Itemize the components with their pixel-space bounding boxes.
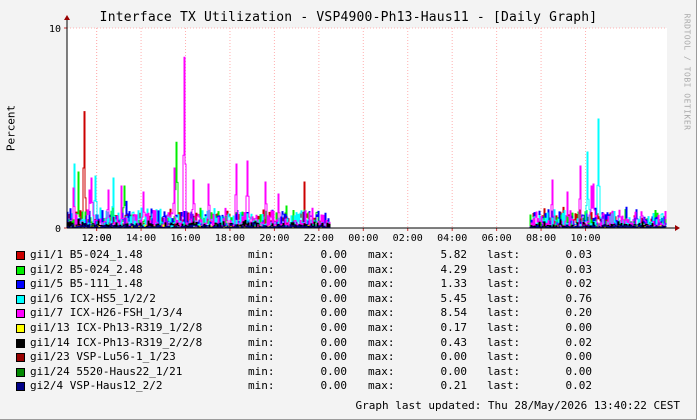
- legend-swatch: [16, 367, 25, 377]
- legend-min-value: 0.00: [320, 248, 348, 261]
- legend-max-label: max:: [368, 262, 395, 276]
- legend-series-name: gi1/2 B5-024_2.48: [30, 262, 143, 276]
- legend-last-label: last:: [487, 262, 521, 276]
- legend-max-label: max:: [368, 379, 395, 393]
- legend-min-label: min:: [248, 335, 275, 349]
- legend-row: gi2/4 VSP-Haus12_2/2 min: 0.00 max: 0.21 last…: [16, 379, 696, 393]
- legend-series-name: gi1/23 VSP-Lu56-1_1/23: [30, 350, 176, 364]
- legend-last-label: last:: [487, 248, 521, 261]
- legend-last-value: 0.02: [565, 379, 593, 393]
- legend-series-name: gi1/6 ICX-HS5_1/2/2: [30, 291, 156, 305]
- legend-min-label: min:: [248, 262, 275, 276]
- legend-last-label: last:: [487, 306, 521, 320]
- legend-min-value: 0.00: [320, 379, 348, 393]
- legend-last-value: 0.20: [565, 306, 593, 320]
- legend-min-value: 0.00: [320, 277, 348, 291]
- legend-swatch: [16, 265, 25, 275]
- legend-max-value: 4.29: [440, 262, 468, 276]
- legend-min-label: min:: [248, 306, 275, 320]
- legend-max-value: 0.43: [440, 335, 468, 349]
- legend-series-name: gi1/13 ICX-Ph13-R319_1/2/8: [30, 321, 203, 334]
- legend-max-value: 0.17: [440, 321, 468, 334]
- legend-min-label: min:: [248, 321, 275, 334]
- legend-last-value: 0.76: [565, 291, 593, 305]
- legend-row: gi1/7 ICX-H26-FSH_1/3/4 min: 0.00 max: 8.54 l…: [16, 306, 696, 320]
- last-updated-footer: Graph last updated: Thu 28/May/2026 13:4…: [355, 399, 680, 412]
- legend-last-label: last:: [487, 321, 521, 334]
- legend-min-label: min:: [248, 291, 275, 305]
- legend-swatch: [16, 382, 25, 392]
- legend-row: gi1/6 ICX-HS5_1/2/2 min: 0.00 max: 5.45 last:…: [16, 292, 696, 306]
- legend-last-value: 0.00: [565, 364, 593, 378]
- legend-max-label: max:: [368, 248, 395, 261]
- legend-min-value: 0.00: [320, 350, 348, 364]
- legend-row: gi1/23 VSP-Lu56-1_1/23 min: 0.00 max: 0.00 la…: [16, 350, 696, 364]
- legend-series-name: gi1/1 B5-024_1.48: [30, 248, 143, 261]
- legend-min-value: 0.00: [320, 291, 348, 305]
- legend-max-label: max:: [368, 364, 395, 378]
- legend-max-value: 5.45: [440, 291, 468, 305]
- legend-min-label: min:: [248, 364, 275, 378]
- legend-last-value: 0.03: [565, 248, 593, 261]
- legend-min-value: 0.00: [320, 306, 348, 320]
- legend-swatch: [16, 251, 25, 260]
- legend-min-value: 0.00: [320, 262, 348, 276]
- legend-swatch: [16, 353, 25, 363]
- legend-max-value: 5.82: [440, 248, 468, 261]
- legend-last-label: last:: [487, 335, 521, 349]
- legend-last-value: 0.00: [565, 350, 593, 364]
- legend-swatch: [16, 309, 25, 319]
- legend-swatch: [16, 324, 25, 333]
- legend-series-name: gi2/4 VSP-Haus12_2/2: [30, 379, 163, 393]
- legend-max-label: max:: [368, 321, 395, 334]
- legend-min-label: min:: [248, 350, 275, 364]
- legend-min-value: 0.00: [320, 364, 348, 378]
- legend-row: gi1/13 ICX-Ph13-R319_1/2/8 min: 0.00 max: 0.…: [16, 321, 696, 335]
- legend-swatch: [16, 338, 25, 348]
- legend-min-label: min:: [248, 248, 275, 261]
- legend-last-label: last:: [487, 364, 521, 378]
- legend-max-label: max:: [368, 277, 395, 291]
- legend-last-value: 0.03: [565, 262, 593, 276]
- legend-series-name: gi1/7 ICX-H26-FSH_1/3/4: [30, 306, 183, 320]
- legend-last-label: last:: [487, 291, 521, 305]
- legend-last-label: last:: [487, 350, 521, 364]
- legend-min-label: min:: [248, 379, 275, 393]
- legend-max-label: max:: [368, 306, 395, 320]
- rrd-graph: Interface TX Utilization - VSP4900-Ph13-…: [0, 0, 697, 420]
- legend-series-name: gi1/5 B5-111_1.48: [30, 277, 143, 291]
- legend-row: gi1/2 B5-024_2.48 min: 0.00 max: 4.29 last: 0.…: [16, 263, 696, 277]
- legend-max-value: 1.33: [440, 277, 468, 291]
- legend-min-value: 0.00: [320, 335, 348, 349]
- legend-min-label: min:: [248, 277, 275, 291]
- legend-swatch: [16, 294, 25, 304]
- legend-last-value: 0.00: [565, 321, 593, 334]
- legend-last-value: 0.02: [565, 335, 593, 349]
- legend-max-value: 0.00: [440, 364, 468, 378]
- legend-last-value: 0.02: [565, 277, 593, 291]
- legend-last-label: last:: [487, 379, 521, 393]
- legend-max-label: max:: [368, 350, 395, 364]
- legend-row: gi1/5 B5-111_1.48 min: 0.00 max: 1.33 last: 0.…: [16, 277, 696, 291]
- legend-max-label: max:: [368, 291, 395, 305]
- legend-series-name: gi1/24 5520-Haus22_1/21: [30, 364, 183, 378]
- legend-max-label: max:: [368, 335, 395, 349]
- legend-min-value: 0.00: [320, 321, 348, 334]
- legend-series-name: gi1/14 ICX-Ph13-R319_2/2/8: [30, 335, 203, 349]
- legend-row: gi1/14 ICX-Ph13-R319_2/2/8 min: 0.00 max: 0.…: [16, 336, 696, 350]
- legend-last-label: last:: [487, 277, 521, 291]
- legend-swatch: [16, 280, 25, 290]
- legend-row: gi1/24 5520-Haus22_1/21 min: 0.00 max: 0.00 l…: [16, 365, 696, 379]
- legend-row: gi1/1 B5-024_1.48 min: 0.00 max: 5.82 last: 0.…: [16, 248, 696, 262]
- legend-max-value: 8.54: [440, 306, 468, 320]
- legend: gi1/1 B5-024_1.48 min: 0.00 max: 5.82 last: 0.…: [0, 0, 697, 420]
- legend-max-value: 0.21: [440, 379, 468, 393]
- legend-max-value: 0.00: [440, 350, 468, 364]
